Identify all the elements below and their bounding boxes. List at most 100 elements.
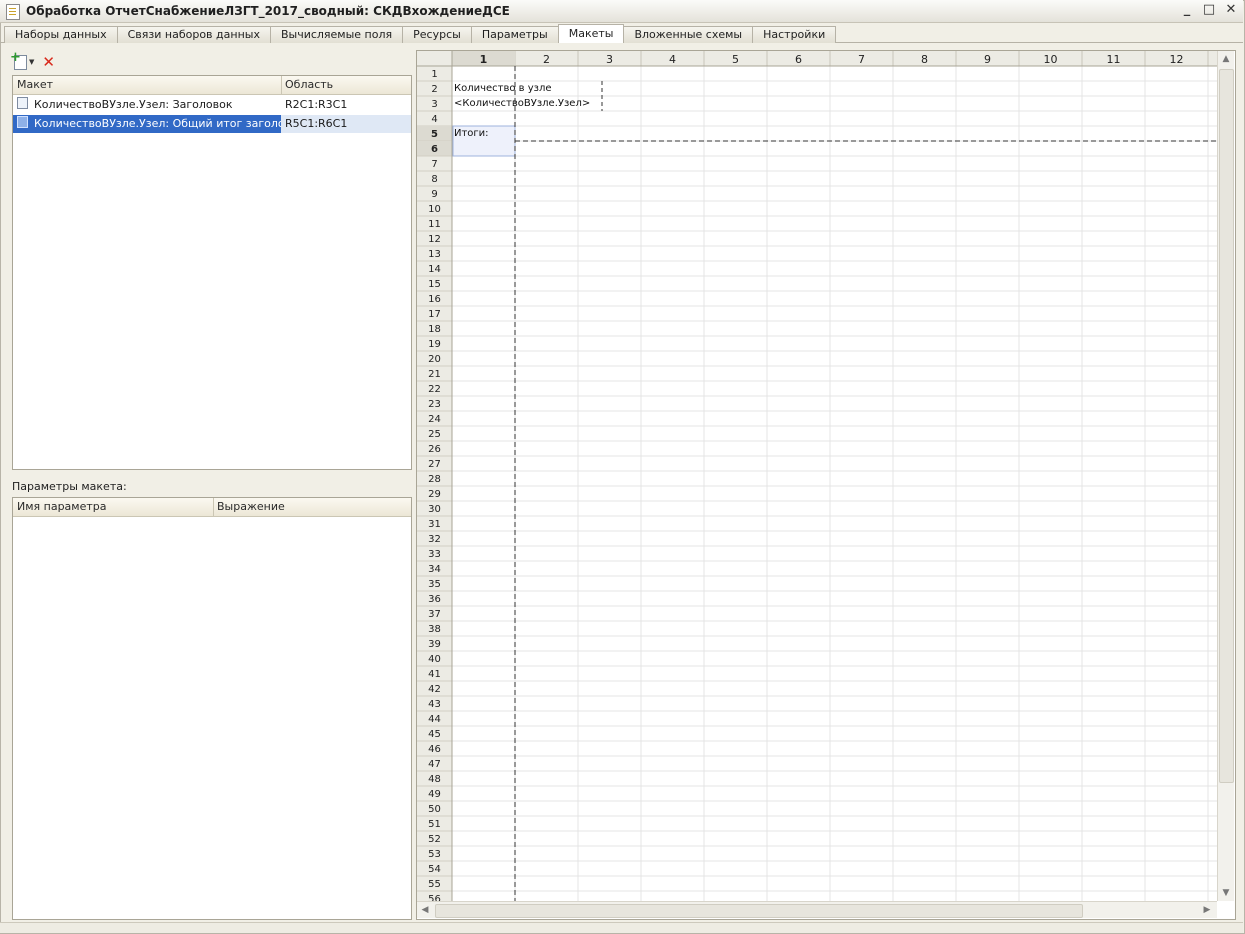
scroll-thumb[interactable] [1219, 69, 1234, 783]
tab-dataset-links[interactable]: Связи наборов данных [116, 26, 271, 43]
table-row[interactable]: КоличествоВУзле.Узел: Заголовок R2C1:R3C… [13, 96, 411, 114]
column-header-label[interactable]: 4 [669, 53, 676, 66]
column-header-label[interactable]: 6 [795, 53, 802, 66]
row-header-label[interactable]: 17 [428, 309, 441, 320]
row-header-label[interactable]: 6 [431, 144, 438, 155]
row-header-label[interactable]: 13 [428, 249, 441, 260]
row-header-label[interactable]: 32 [428, 534, 441, 545]
tab-parameters[interactable]: Параметры [470, 26, 559, 43]
row-header-label[interactable]: 4 [431, 114, 437, 125]
row-header-label[interactable]: 26 [428, 444, 441, 455]
row-header-label[interactable]: 14 [428, 264, 441, 275]
column-header-layout[interactable]: Макет [13, 76, 282, 94]
tab-settings[interactable]: Настройки [752, 26, 837, 43]
tab-layouts[interactable]: Макеты [557, 24, 625, 43]
row-header-label[interactable]: 44 [428, 714, 441, 725]
row-header-label[interactable]: 30 [428, 504, 441, 515]
tab-nested-schemas[interactable]: Вложенные схемы [623, 26, 754, 43]
add-layout-button[interactable]: ▼ [10, 50, 34, 70]
column-header-label[interactable]: 8 [921, 53, 928, 66]
row-header-label[interactable]: 27 [428, 459, 441, 470]
row-header-label[interactable]: 1 [431, 69, 437, 80]
cell-text[interactable]: Итоги: [454, 128, 489, 139]
row-header-label[interactable]: 37 [428, 609, 441, 620]
column-header-label[interactable]: 7 [858, 53, 865, 66]
scroll-left-icon[interactable]: ◀ [417, 902, 433, 918]
spreadsheet-editor[interactable]: 1 2 3 4 5 6 7 8 9 10 11 12 1 2 3 4 5 6 7 8 9 10 11 12 13 14 15 16 17… [416, 50, 1236, 920]
row-header-label[interactable]: 52 [428, 834, 441, 845]
column-header-label[interactable]: 2 [543, 53, 550, 66]
column-header-expression[interactable]: Выражение [213, 498, 407, 516]
row-header-label[interactable]: 39 [428, 639, 441, 650]
row-header-label[interactable]: 50 [428, 804, 441, 815]
row-header-label[interactable]: 16 [428, 294, 441, 305]
row-header-label[interactable]: 42 [428, 684, 441, 695]
layouts-table[interactable]: Макет Область КоличествоВУзле.Узел: Заго… [12, 75, 412, 470]
minimize-button[interactable]: _ [1179, 2, 1195, 18]
row-header-label[interactable]: 23 [428, 399, 441, 410]
table-row[interactable]: КоличествоВУзле.Узел: Общий итог заголо.… [13, 115, 411, 133]
row-header-label[interactable]: 28 [428, 474, 441, 485]
row-header-label[interactable]: 51 [428, 819, 441, 830]
column-header-label[interactable]: 3 [606, 53, 613, 66]
row-header-label[interactable]: 24 [428, 414, 441, 425]
title-bar[interactable]: Обработка ОтчетСнабжениеЛЗГТ_2017_сводны… [0, 0, 1243, 23]
horizontal-scrollbar[interactable]: ◀ ▶ [417, 901, 1217, 918]
scroll-up-icon[interactable]: ▲ [1218, 51, 1234, 67]
column-header-label[interactable]: 11 [1107, 53, 1121, 66]
row-header-label[interactable]: 29 [428, 489, 441, 500]
row-header-label[interactable]: 31 [428, 519, 441, 530]
row-header-label[interactable]: 7 [431, 159, 437, 170]
row-header-label[interactable]: 10 [428, 204, 441, 215]
tab-resources[interactable]: Ресурсы [402, 26, 472, 43]
params-table[interactable]: Имя параметра Выражение [12, 497, 412, 920]
row-header-label[interactable]: 56 [428, 894, 441, 901]
row-header-label[interactable]: 19 [428, 339, 441, 350]
row-header-label[interactable]: 34 [428, 564, 441, 575]
cell-text[interactable]: Количество в узле [454, 83, 552, 94]
row-header-label[interactable]: 3 [431, 99, 437, 110]
vertical-scrollbar[interactable]: ▲ ▼ [1217, 51, 1234, 901]
column-header-area[interactable]: Область [281, 76, 405, 94]
cell-text[interactable]: <КоличествоВУзле.Узел> [454, 98, 590, 109]
column-header-label[interactable]: 12 [1170, 53, 1184, 66]
scroll-thumb[interactable] [435, 904, 1083, 918]
column-header-label[interactable]: 9 [984, 53, 991, 66]
row-header-label[interactable]: 5 [431, 129, 438, 140]
row-header-label[interactable]: 22 [428, 384, 441, 395]
row-header-label[interactable]: 53 [428, 849, 441, 860]
row-header-label[interactable]: 8 [431, 174, 437, 185]
column-header-param-name[interactable]: Имя параметра [13, 498, 214, 516]
row-header-label[interactable]: 33 [428, 549, 441, 560]
row-header-label[interactable]: 11 [428, 219, 441, 230]
row-header-label[interactable]: 36 [428, 594, 441, 605]
row-header-label[interactable]: 55 [428, 879, 441, 890]
row-header-label[interactable]: 43 [428, 699, 441, 710]
row-header-label[interactable]: 2 [431, 84, 437, 95]
row-header-label[interactable]: 47 [428, 759, 441, 770]
tab-calculated-fields[interactable]: Вычисляемые поля [269, 26, 404, 43]
row-header-label[interactable]: 45 [428, 729, 441, 740]
row-header-label[interactable]: 25 [428, 429, 441, 440]
row-header-label[interactable]: 15 [428, 279, 441, 290]
row-header-label[interactable]: 54 [428, 864, 441, 875]
row-header-label[interactable]: 46 [428, 744, 441, 755]
row-header-label[interactable]: 35 [428, 579, 441, 590]
row-header-label[interactable]: 49 [428, 789, 441, 800]
row-header-label[interactable]: 38 [428, 624, 441, 635]
row-header-label[interactable]: 41 [428, 669, 441, 680]
scroll-right-icon[interactable]: ▶ [1199, 902, 1215, 918]
column-header-label[interactable]: 5 [732, 53, 739, 66]
restore-button[interactable]: □ [1201, 2, 1217, 18]
row-header-label[interactable]: 48 [428, 774, 441, 785]
close-button[interactable]: ✕ [1223, 2, 1239, 18]
column-header-label[interactable]: 1 [480, 53, 488, 66]
scroll-down-icon[interactable]: ▼ [1218, 885, 1234, 901]
row-header-label[interactable]: 9 [431, 189, 437, 200]
row-header-label[interactable]: 40 [428, 654, 441, 665]
row-header-label[interactable]: 18 [428, 324, 441, 335]
row-header-label[interactable]: 12 [428, 234, 441, 245]
row-header-label[interactable]: 21 [428, 369, 441, 380]
column-header-label[interactable]: 10 [1044, 53, 1058, 66]
delete-layout-button[interactable]: ✕ [42, 55, 55, 70]
